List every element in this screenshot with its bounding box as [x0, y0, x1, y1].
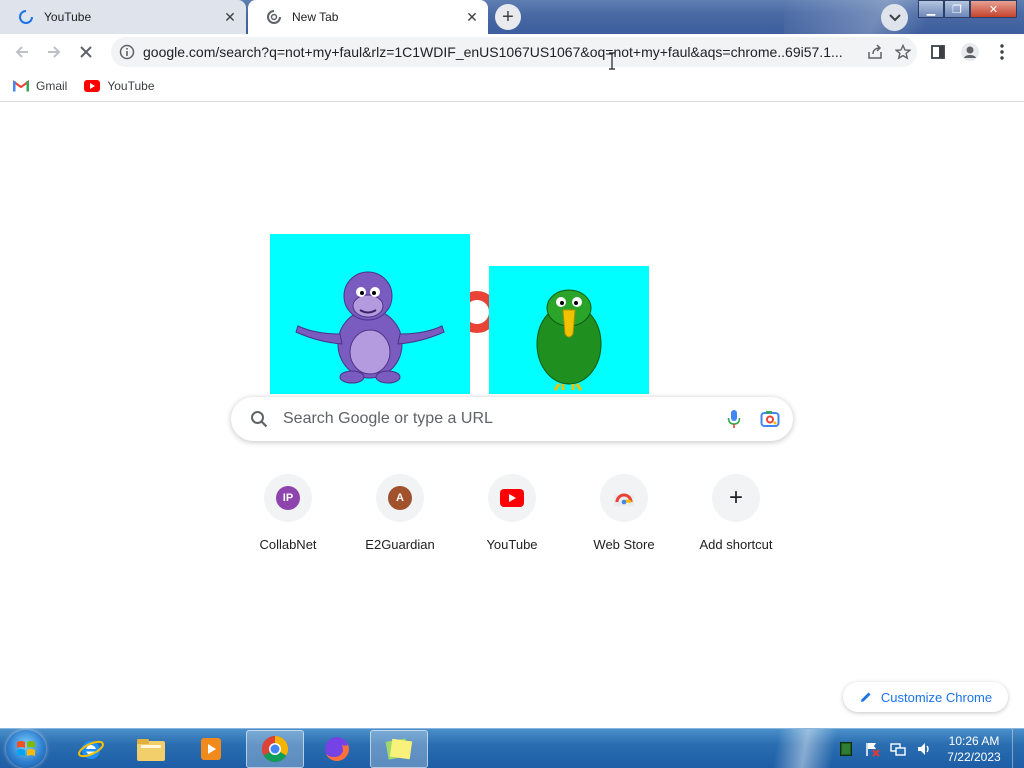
taskbar-sticky-notes[interactable]	[370, 730, 428, 768]
avatar-icon	[961, 43, 979, 61]
close-icon[interactable]: ✕	[462, 7, 482, 27]
bookmarks-bar: Gmail YouTube	[0, 70, 1024, 102]
side-panel-icon	[931, 45, 945, 59]
loading-spinner-icon	[18, 9, 34, 25]
stop-loading-button[interactable]	[72, 38, 100, 66]
clock-date: 7/22/2023	[947, 750, 1001, 764]
loading-spinner-icon	[266, 9, 282, 25]
doodle-gorilla-image[interactable]	[270, 234, 470, 394]
toolbar: google.com/search?q=not+my+faul&rlz=1C1W…	[0, 34, 1024, 70]
customize-chrome-button[interactable]: Customize Chrome	[843, 682, 1008, 712]
shortcut-tile: IP	[264, 474, 312, 522]
address-bar[interactable]: google.com/search?q=not+my+faul&rlz=1C1W…	[111, 37, 917, 67]
youtube-icon	[500, 489, 524, 507]
close-icon[interactable]: ✕	[220, 7, 240, 27]
taskbar-internet-explorer[interactable]	[62, 730, 120, 768]
customize-label: Customize Chrome	[880, 689, 993, 705]
arrow-left-icon	[15, 46, 28, 58]
close-window-button[interactable]: ✕	[970, 0, 1017, 18]
file-explorer-icon	[137, 739, 165, 761]
tab-youtube[interactable]: YouTube ✕	[0, 0, 246, 34]
bookmark-label: Gmail	[36, 78, 68, 93]
search-input[interactable]	[283, 410, 721, 428]
system-clock[interactable]: 10:26 AM 7/22/2023	[940, 733, 1008, 765]
minimize-button[interactable]: ▁	[918, 0, 944, 18]
taskbar-chrome[interactable]	[246, 730, 304, 768]
collabnet-icon: IP	[276, 486, 300, 510]
shortcut-collabnet[interactable]: IP CollabNet	[232, 474, 344, 564]
taskbar: 10:26 AM 7/22/2023	[0, 728, 1024, 768]
chrome-icon	[261, 735, 289, 763]
arrow-right-icon	[48, 46, 61, 58]
media-player-icon	[201, 738, 221, 760]
shortcut-tile: A	[376, 474, 424, 522]
tab-title: New Tab	[292, 10, 339, 24]
text-cursor-icon	[609, 52, 615, 70]
clock-time: 10:26 AM	[948, 734, 1000, 748]
network-icon[interactable]	[888, 739, 908, 759]
gmail-icon	[12, 79, 30, 93]
shortcut-add[interactable]: + Add shortcut	[680, 474, 792, 564]
shortcuts-grid: IP CollabNet A E2Guardian YouTube Web St…	[232, 474, 792, 564]
windows-logo-icon	[17, 741, 35, 756]
back-button[interactable]	[8, 38, 36, 66]
shortcut-tile	[488, 474, 536, 522]
microphone-icon[interactable]	[721, 406, 747, 432]
taskbar-file-explorer[interactable]	[122, 730, 180, 768]
bookmark-label: YouTube	[107, 78, 155, 93]
internet-explorer-icon	[78, 740, 104, 759]
shortcut-web-store[interactable]: Web Store	[568, 474, 680, 564]
shortcut-label: CollabNet	[259, 537, 317, 552]
restore-button[interactable]: ❐	[944, 0, 970, 18]
bookmark-gmail[interactable]: Gmail	[12, 79, 67, 93]
show-desktop-button[interactable]	[1012, 729, 1024, 768]
star-icon[interactable]	[889, 38, 917, 66]
screen: YouTube ✕ New Tab ✕ + ▁ ❐ ✕ google.com/s…	[0, 0, 1024, 768]
shortcut-tile	[600, 474, 648, 522]
shortcut-label: E2Guardian	[365, 537, 435, 552]
url-text[interactable]: google.com/search?q=not+my+faul&rlz=1C1W…	[143, 44, 861, 60]
shortcut-tile: +	[712, 474, 760, 522]
google-lens-icon[interactable]	[757, 406, 783, 432]
search-icon	[249, 409, 269, 429]
tab-title: YouTube	[44, 10, 92, 24]
info-icon[interactable]	[119, 44, 135, 60]
firefox-icon	[325, 737, 349, 761]
plus-icon: +	[728, 484, 743, 511]
side-panel-button[interactable]	[924, 38, 952, 66]
system-tray	[836, 729, 940, 768]
profile-button[interactable]	[956, 38, 984, 66]
shortcut-label: Add shortcut	[699, 537, 773, 552]
kebab-menu-icon	[1000, 44, 1004, 60]
menu-button[interactable]	[988, 38, 1016, 66]
window-controls: ▁ ❐ ✕	[918, 0, 1017, 18]
tab-search-button[interactable]	[881, 4, 908, 31]
tab-new-tab[interactable]: New Tab ✕	[248, 0, 488, 34]
taskbar-firefox[interactable]	[308, 730, 366, 768]
volume-icon[interactable]	[914, 739, 934, 759]
taskbar-media-player[interactable]	[182, 730, 240, 768]
start-button[interactable]	[6, 730, 46, 768]
youtube-icon	[83, 79, 101, 93]
new-tab-button[interactable]: +	[495, 4, 521, 30]
chrome-web-store-icon	[614, 493, 634, 506]
doodle-parrot-image[interactable]	[489, 266, 649, 394]
shortcut-label: Web Store	[593, 537, 655, 552]
share-icon[interactable]	[861, 38, 889, 66]
sticky-notes-icon	[385, 738, 413, 760]
tab-strip: YouTube ✕ New Tab ✕ + ▁ ❐ ✕	[0, 0, 1024, 34]
forward-button[interactable]	[40, 38, 68, 66]
action-center-flag-icon[interactable]	[862, 739, 882, 759]
chevron-down-icon	[888, 13, 901, 21]
ntp-search-box[interactable]	[231, 397, 793, 441]
shortcut-youtube[interactable]: YouTube	[456, 474, 568, 564]
green-app-tray-icon[interactable]	[836, 739, 856, 759]
shortcut-label: YouTube	[486, 537, 538, 552]
pencil-icon	[859, 690, 873, 704]
close-icon	[80, 46, 92, 58]
e2guardian-icon: A	[388, 486, 412, 510]
bookmark-youtube[interactable]: YouTube	[83, 78, 155, 93]
shortcut-e2guardian[interactable]: A E2Guardian	[344, 474, 456, 564]
